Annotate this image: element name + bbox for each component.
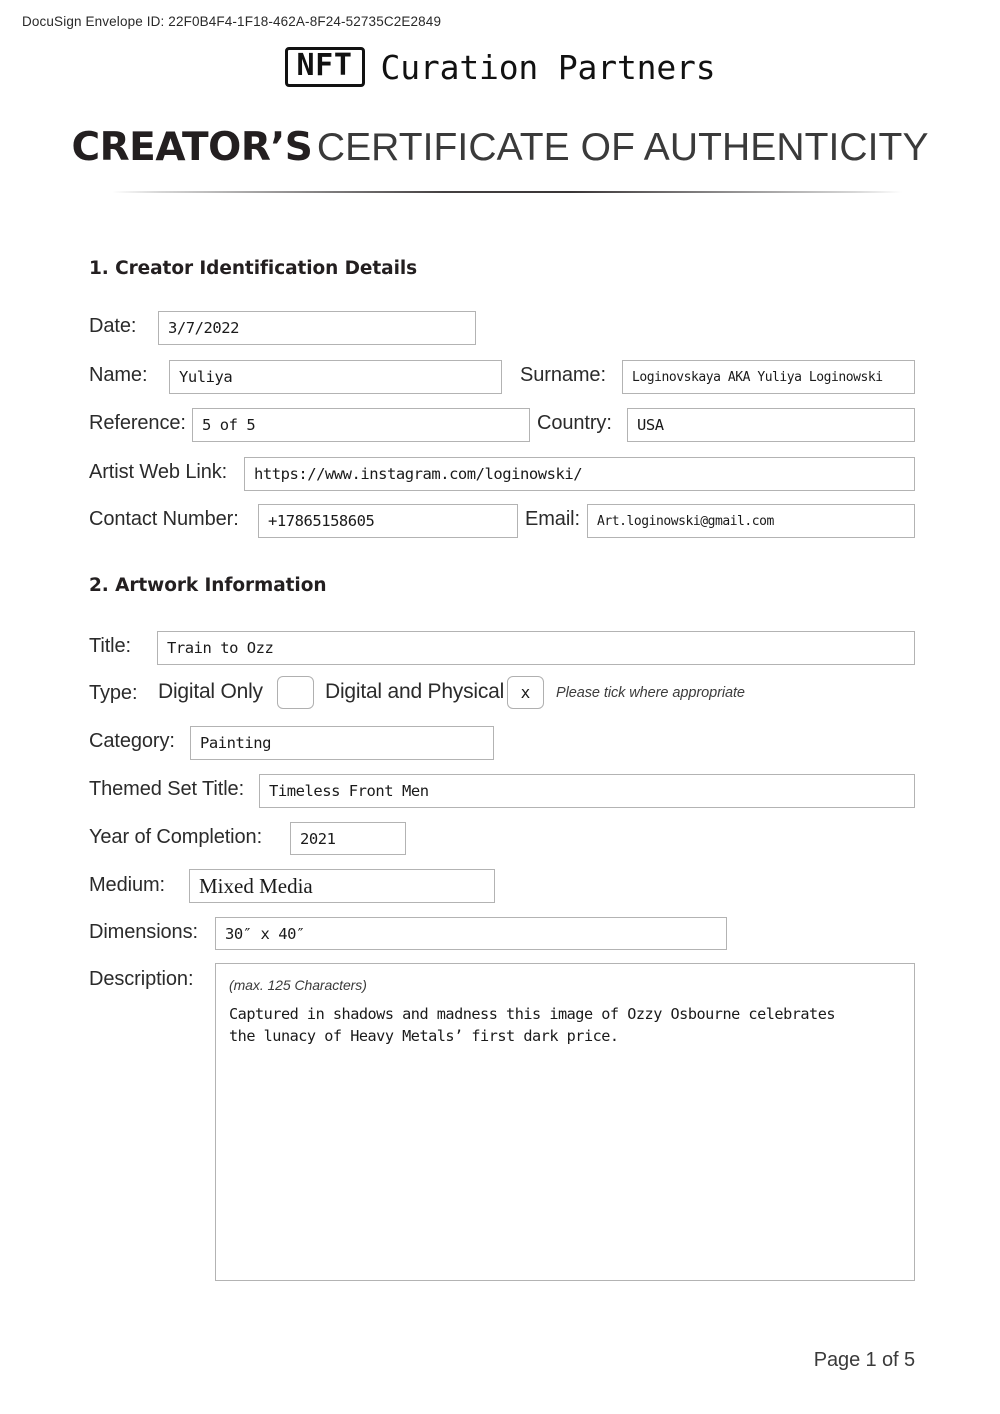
country-field[interactable]: USA	[627, 408, 915, 442]
date-field[interactable]: 3/7/2022	[158, 311, 476, 345]
dimensions-value: 30″ x 40″	[225, 924, 305, 943]
artwork-title-label: Title:	[89, 635, 131, 657]
brand-logo: NFT Curation Partners	[0, 47, 1000, 87]
artist-web-link-label: Artist Web Link:	[89, 461, 228, 483]
artwork-title-value: Train to Ozz	[167, 639, 274, 657]
title-divider	[112, 191, 902, 193]
date-label: Date:	[89, 315, 137, 337]
description-label: Description:	[89, 968, 194, 990]
type-option-digital-physical-label: Digital and Physical	[325, 680, 505, 703]
certificate-page: DocuSign Envelope ID: 22F0B4F4-1F18-462A…	[0, 0, 1000, 1414]
year-of-completion-value: 2021	[300, 829, 336, 848]
checkbox-digital-and-physical[interactable]: x	[507, 676, 544, 709]
country-label: Country:	[537, 412, 612, 434]
section-heading-artwork: 2. Artwork Information	[89, 575, 327, 596]
page-number-footer: Page 1 of 5	[813, 1349, 915, 1371]
checkbox-digital-and-physical-mark: x	[520, 683, 531, 702]
checkbox-digital-only[interactable]	[277, 676, 314, 709]
category-value: Painting	[200, 734, 271, 752]
brand-name: Curation Partners	[380, 47, 716, 87]
docusign-envelope-id: DocuSign Envelope ID: 22F0B4F4-1F18-462A…	[22, 14, 442, 29]
surname-field[interactable]: Loginovskaya AKA Yuliya Loginowski	[622, 360, 915, 394]
name-label: Name:	[89, 364, 148, 386]
surname-label: Surname:	[520, 364, 606, 386]
name-value: Yuliya	[179, 368, 233, 386]
page-title-strong: CREATOR’S	[71, 125, 313, 170]
contact-number-field[interactable]: +17865158605	[258, 504, 518, 538]
themed-set-title-label: Themed Set Title:	[89, 778, 245, 800]
nft-badge-icon: NFT	[284, 47, 365, 87]
medium-value: Mixed Media	[199, 873, 313, 898]
year-of-completion-label: Year of Completion:	[89, 826, 263, 848]
artwork-title-field[interactable]: Train to Ozz	[157, 631, 915, 665]
page-title-light: CERTIFICATE OF AUTHENTICITY	[316, 126, 929, 169]
description-value: Captured in shadows and madness this ima…	[229, 1005, 836, 1045]
description-field[interactable]: (max. 125 Characters) Captured in shadow…	[215, 963, 915, 1281]
section-heading-creator: 1. Creator Identification Details	[89, 258, 418, 279]
contact-number-label: Contact Number:	[89, 508, 239, 530]
surname-value: Loginovskaya AKA Yuliya Loginowski	[632, 369, 883, 385]
year-of-completion-field[interactable]: 2021	[290, 822, 406, 855]
type-tick-note: Please tick where appropriate	[556, 685, 745, 701]
themed-set-title-field[interactable]: Timeless Front Men	[259, 774, 915, 808]
category-field[interactable]: Painting	[190, 726, 494, 760]
email-value: Art.loginowski@gmail.com	[597, 513, 774, 529]
date-value: 3/7/2022	[168, 319, 239, 337]
reference-field[interactable]: 5 of 5	[192, 408, 530, 442]
artist-web-link-field[interactable]: https://www.instagram.com/loginowski/	[244, 457, 915, 491]
category-label: Category:	[89, 730, 175, 752]
medium-field[interactable]: Mixed Media	[189, 869, 495, 903]
type-label: Type:	[89, 682, 138, 704]
name-field[interactable]: Yuliya	[169, 360, 502, 394]
page-title: CREATOR’S CERTIFICATE OF AUTHENTICITY	[0, 128, 1000, 167]
type-option-digital-only-label: Digital Only	[158, 680, 263, 703]
dimensions-field[interactable]: 30″ x 40″	[215, 917, 727, 950]
medium-label: Medium:	[89, 874, 165, 896]
description-hint: (max. 125 Characters)	[229, 977, 367, 993]
email-field[interactable]: Art.loginowski@gmail.com	[587, 504, 915, 538]
reference-value: 5 of 5	[202, 416, 256, 434]
themed-set-title-value: Timeless Front Men	[269, 782, 429, 800]
email-label: Email:	[525, 508, 580, 530]
contact-number-value: +17865158605	[268, 512, 375, 530]
dimensions-label: Dimensions:	[89, 921, 198, 943]
artist-web-link-value: https://www.instagram.com/loginowski/	[254, 465, 583, 483]
reference-label: Reference:	[89, 412, 186, 434]
country-value: USA	[637, 416, 664, 434]
